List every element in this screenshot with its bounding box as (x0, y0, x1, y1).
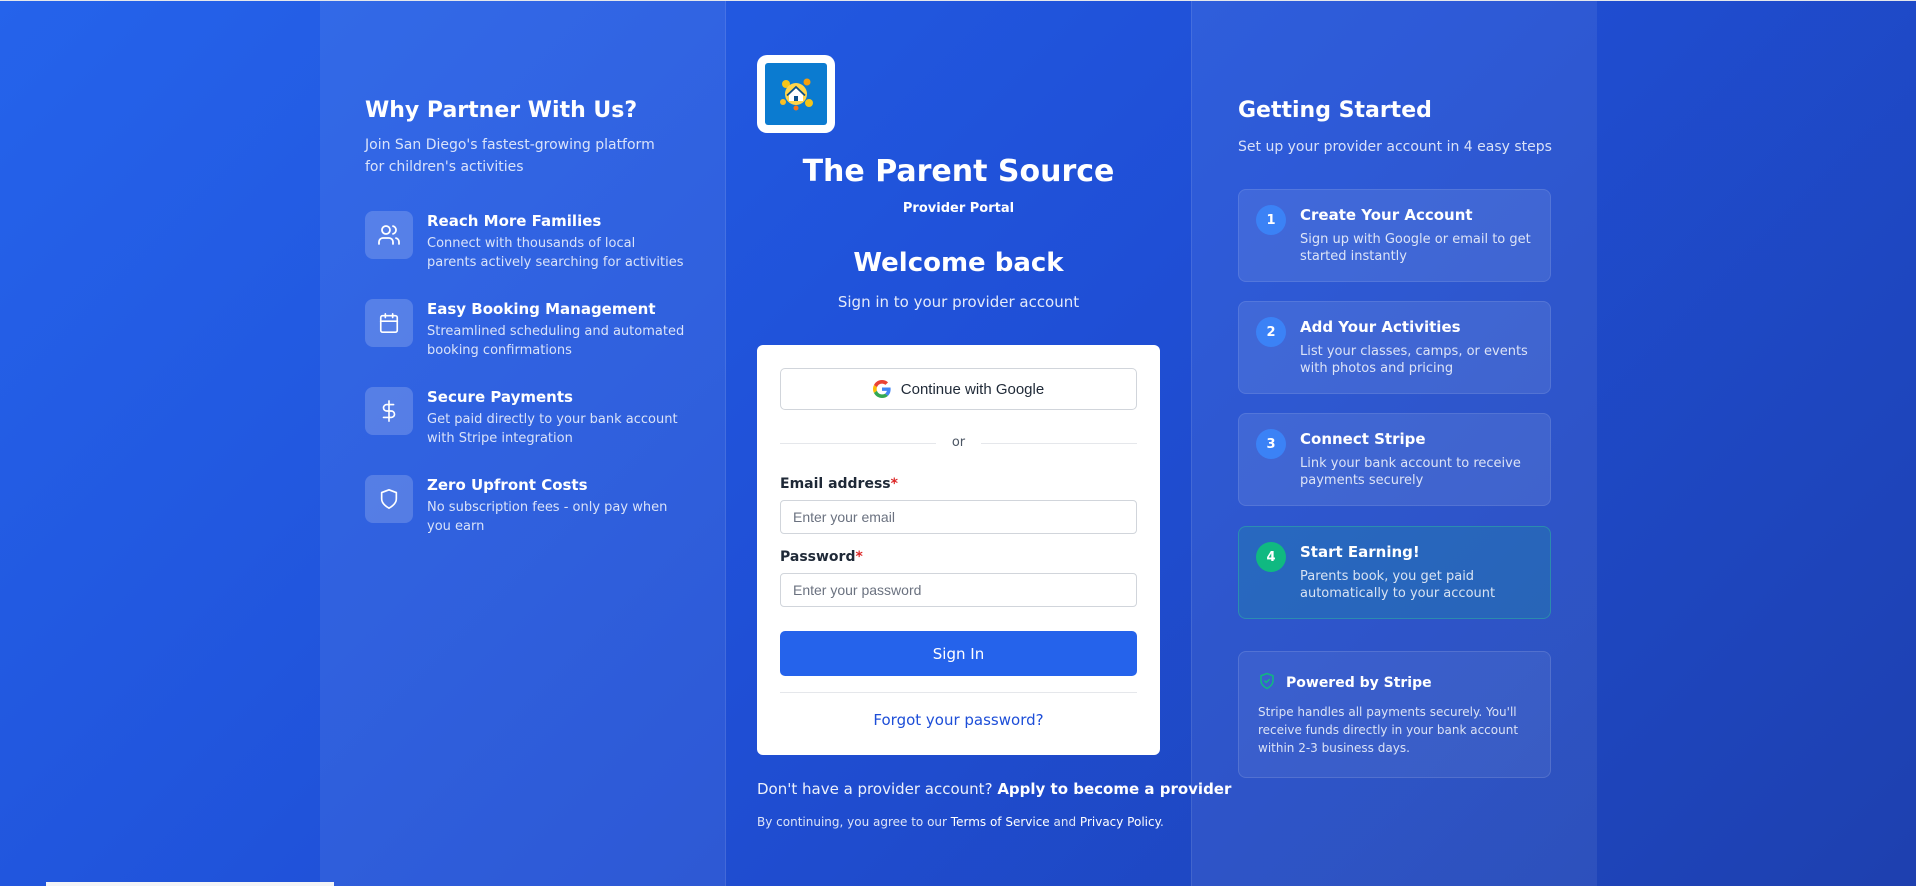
email-field[interactable] (780, 500, 1137, 534)
step-desc: Sign up with Google or email to get star… (1300, 232, 1531, 264)
house-logo-icon (780, 78, 813, 111)
signin-card: Continue with Google or Email address* P… (757, 345, 1160, 755)
bottom-strip (46, 882, 334, 886)
email-label: Email address* (780, 476, 898, 492)
step-title: Start Earning! (1300, 543, 1420, 561)
or-divider: or (780, 433, 1137, 453)
step-card: 1 Create Your Account Sign up with Googl… (1238, 189, 1551, 282)
step-card: 2 Add Your Activities List your classes,… (1238, 301, 1551, 394)
shield-check-icon (1258, 672, 1276, 694)
dollar-icon (365, 387, 413, 435)
benefits-section: Why Partner With Us? Join San Diego's fa… (365, 96, 685, 178)
calendar-icon (365, 299, 413, 347)
step-card: 3 Connect Stripe Link your bank account … (1238, 413, 1551, 506)
step-card-active: 4 Start Earning! Parents book, you get p… (1238, 526, 1551, 619)
benefit-title: Reach More Families (427, 212, 602, 230)
terms-prefix: By continuing, you agree to our (757, 815, 947, 829)
logo (757, 55, 835, 133)
benefit-desc: Get paid directly to your bank account w… (427, 412, 678, 446)
terms-notice: By continuing, you agree to our Terms of… (757, 815, 1164, 829)
required-marker: * (855, 549, 863, 565)
stripe-title: Powered by Stripe (1286, 675, 1432, 691)
terms-of-service-link[interactable]: Terms of Service (951, 815, 1050, 829)
step-number-badge: 3 (1256, 429, 1286, 459)
apply-link[interactable]: Apply to become a provider (997, 780, 1231, 798)
password-label: Password* (780, 549, 863, 565)
welcome-subtitle: Sign in to your provider account (837, 293, 1080, 311)
shield-icon (365, 475, 413, 523)
brand-subtitle: Provider Portal (902, 201, 1015, 216)
or-label: or (951, 435, 966, 450)
stripe-desc: Stripe handles all payments securely. Yo… (1258, 705, 1519, 755)
benefit-desc: Connect with thousands of local parents … (427, 236, 684, 270)
card-divider (780, 692, 1137, 693)
step-number-badge: 2 (1256, 317, 1286, 347)
google-signin-button[interactable]: Continue with Google (780, 368, 1137, 410)
benefit-title: Secure Payments (427, 388, 573, 406)
steps-subtitle: Set up your provider account in 4 easy s… (1238, 139, 1552, 155)
step-title: Connect Stripe (1300, 430, 1426, 448)
step-desc: List your classes, camps, or events with… (1300, 344, 1528, 376)
google-icon (872, 380, 891, 398)
benefit-secure-payments: Secure Payments Get paid directly to you… (365, 387, 687, 448)
step-desc: Parents book, you get paid automatically… (1300, 569, 1496, 601)
benefit-title: Zero Upfront Costs (427, 476, 588, 494)
signin-button[interactable]: Sign In (780, 631, 1137, 676)
apply-prompt: Don't have a provider account? Apply to … (757, 778, 1231, 800)
benefit-zero-upfront: Zero Upfront Costs No subscription fees … (365, 475, 687, 536)
benefit-desc: No subscription fees - only pay when you… (427, 500, 668, 534)
logo-image (765, 63, 827, 125)
stripe-info-box: Powered by Stripe Stripe handles all pay… (1238, 651, 1551, 778)
benefits-subtitle: Join San Diego's fastest-growing platfor… (365, 137, 655, 175)
password-field[interactable] (780, 573, 1137, 607)
google-signin-label: Continue with Google (900, 380, 1045, 398)
no-account-text: Don't have a provider account? (757, 780, 993, 798)
benefit-reach-families: Reach More Families Connect with thousan… (365, 211, 687, 272)
benefit-desc: Streamlined scheduling and automated boo… (427, 324, 685, 358)
welcome-heading: Welcome back (853, 248, 1064, 278)
step-title: Add Your Activities (1300, 318, 1461, 336)
terms-and: and (1053, 815, 1077, 829)
steps-title: Getting Started (1238, 98, 1432, 123)
benefit-title: Easy Booking Management (427, 300, 656, 318)
brand-title: The Parent Source (802, 154, 1115, 189)
users-icon (365, 211, 413, 259)
benefits-title: Why Partner With Us? (365, 98, 638, 123)
step-number-badge: 4 (1256, 542, 1286, 572)
forgot-password-link[interactable]: Forgot your password? (780, 709, 1137, 731)
benefit-booking-management: Easy Booking Management Streamlined sche… (365, 299, 687, 360)
required-marker: * (890, 476, 898, 492)
step-title: Create Your Account (1300, 206, 1473, 224)
top-border (0, 0, 1916, 1)
step-number-badge: 1 (1256, 205, 1286, 235)
step-desc: Link your bank account to receive paymen… (1300, 456, 1521, 488)
privacy-policy-link[interactable]: Privacy Policy (1080, 815, 1160, 829)
